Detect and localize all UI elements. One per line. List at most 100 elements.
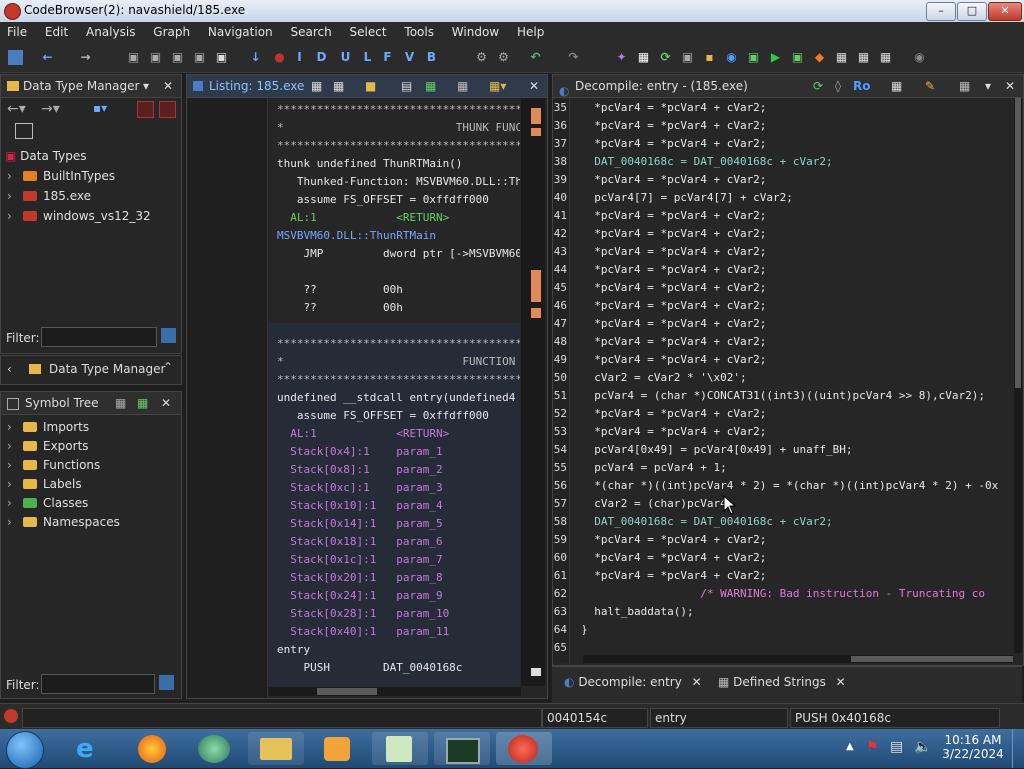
decompile-line[interactable]: *pcVar4 = *pcVar4 + cVar2;	[583, 299, 766, 312]
listing-line[interactable]: * THUNK FUNCTION	[277, 121, 520, 134]
field-layout-icon[interactable]: ▤	[401, 75, 412, 97]
expand-arrow-icon[interactable]: ›	[7, 209, 17, 223]
stop-icon[interactable]: ●	[272, 50, 287, 65]
decompile-line[interactable]: pcVar4 = pcVar4 + 1;	[583, 461, 726, 474]
back-arrow-icon[interactable]: ←	[40, 50, 55, 65]
expand-arrow-icon[interactable]: ›	[7, 477, 17, 491]
window-icon[interactable]: ▣	[680, 50, 695, 65]
decompile-line[interactable]: *pcVar4 = *pcVar4 + cVar2;	[583, 407, 766, 420]
nav-doc-icon-4[interactable]: ▣	[192, 50, 207, 65]
listing-line[interactable]: JMP dword ptr [->MSVBVM60.DLL::ThunRTMai…	[277, 247, 520, 260]
panel-close-icon[interactable]: ✕	[529, 75, 539, 97]
listing-line[interactable]: Stack[0x10]:1 param_4	[277, 499, 442, 512]
refresh-icon[interactable]: ⟳	[658, 50, 673, 65]
taskbar-ie-button[interactable]: e	[62, 732, 118, 765]
next-bookmark-button[interactable]: B	[424, 50, 439, 65]
tool-icon-2[interactable]: ⚙	[496, 50, 511, 65]
wand-icon[interactable]: ✦	[614, 50, 629, 65]
listing-line[interactable]: AL:1 <RETURN>	[277, 211, 449, 224]
listing-line[interactable]: assume FS_OFFSET = 0xffdff000	[277, 409, 489, 422]
panel-close-icon[interactable]: ✕	[161, 392, 171, 414]
taskbar-app-button[interactable]	[186, 732, 242, 765]
listing-line[interactable]: Stack[0xc]:1 param_3	[277, 481, 442, 494]
tool-icon-7[interactable]: ▦	[878, 50, 893, 65]
listing-line[interactable]: AL:1 <RETURN>	[277, 427, 449, 440]
decompile-line[interactable]: cVar2 = cVar2 * '\x02';	[583, 371, 746, 384]
nav-doc-icon-1[interactable]: ▣	[126, 50, 141, 65]
snapshot-icon[interactable]: ▦	[959, 75, 970, 97]
decompile-hscroll[interactable]	[583, 655, 1013, 663]
tool-icon-5[interactable]: ▦	[834, 50, 849, 65]
graph-icon[interactable]: ◊	[835, 75, 841, 97]
copy-icon[interactable]: ▦	[891, 75, 902, 97]
filter-options-icon[interactable]	[161, 328, 176, 343]
folder-icon[interactable]: ▪	[702, 50, 717, 65]
decompile-line[interactable]: *pcVar4 = *pcVar4 + cVar2;	[583, 551, 766, 564]
decompile-vscroll-thumb[interactable]	[1015, 98, 1021, 388]
forward-arrow-icon[interactable]: →	[78, 50, 93, 65]
listing-line[interactable]: ?? 00h	[277, 301, 402, 314]
tab-close-icon[interactable]: ✕	[692, 675, 702, 689]
listing-code-view[interactable]: ****************************************…	[277, 103, 520, 685]
refresh-icon[interactable]: ⟳	[813, 75, 823, 97]
decompile-line[interactable]: *pcVar4 = *pcVar4 + cVar2;	[583, 209, 766, 222]
symbol-tree-filter-input[interactable]	[41, 674, 155, 694]
tool-icon-3[interactable]: ▣	[746, 50, 761, 65]
tree-185-exe[interactable]: › 185.exe	[7, 189, 91, 203]
next-function-button[interactable]: F	[380, 50, 395, 65]
menu-edit[interactable]: Edit	[38, 22, 75, 42]
nav-doc-icon-5[interactable]: ▣	[214, 50, 229, 65]
expand-arrow-icon[interactable]: ›	[7, 439, 17, 453]
taskbar-notepad-button[interactable]	[372, 732, 428, 765]
plugin-icon[interactable]: ◉	[912, 50, 927, 65]
decompile-vscroll[interactable]	[1014, 98, 1022, 653]
listing-hscroll[interactable]	[269, 687, 521, 696]
expand-arrow-icon[interactable]: ›	[7, 496, 17, 510]
menu-select[interactable]: Select	[343, 22, 394, 42]
taskbar-media-button[interactable]	[310, 732, 366, 765]
decompile-line[interactable]: halt_baddata();	[583, 605, 693, 618]
listing-line[interactable]: * FUNCTION	[277, 355, 515, 368]
tree-windows-vs12[interactable]: › windows_vs12_32	[7, 209, 151, 223]
decompile-line[interactable]: *(char *)((int)pcVar4 * 2) = *(char *)((…	[583, 479, 998, 492]
next-value-button[interactable]: V	[402, 50, 417, 65]
symbol-tree-imports[interactable]: › Imports	[7, 420, 89, 434]
snapshot-icon[interactable]: ▦	[457, 75, 468, 97]
dtm-filter-input[interactable]	[41, 327, 157, 347]
tray-network-icon[interactable]: ▤	[890, 739, 903, 755]
panel-menu-icon[interactable]: ▾	[143, 75, 149, 97]
dtm-archive-icon[interactable]: ▪▾	[93, 101, 107, 115]
listing-line[interactable]: Stack[0x14]:1 param_5	[277, 517, 442, 530]
listing-line[interactable]: thunk undefined ThunRTMain()	[277, 157, 462, 170]
decompile-code-view[interactable]: *pcVar4 = *pcVar4 + cVar2; *pcVar4 = *pc…	[583, 101, 1013, 653]
tray-flag-icon[interactable]: ⚑	[866, 739, 879, 755]
diamond-icon[interactable]: ◆	[812, 50, 827, 65]
dtm-filter-icon-2[interactable]	[159, 101, 176, 118]
decompile-line[interactable]: *pcVar4 = *pcVar4 + cVar2;	[583, 281, 766, 294]
decompile-line[interactable]: /* WARNING: Bad instruction - Truncating…	[583, 587, 985, 600]
taskbar-taskmgr-button[interactable]	[434, 732, 490, 765]
show-hidden-icons-icon[interactable]: ▲	[846, 741, 854, 752]
symbol-tree-namespaces[interactable]: › Namespaces	[7, 515, 120, 529]
decompile-line[interactable]: *pcVar4 = *pcVar4 + cVar2;	[583, 317, 766, 330]
decompile-line[interactable]: pcVar4 = (char *)CONCAT31((int3)((uint)p…	[583, 389, 985, 402]
nav-doc-icon-3[interactable]: ▣	[170, 50, 185, 65]
expand-arrow-icon[interactable]: ›	[7, 515, 17, 529]
listing-line[interactable]: ****************************************…	[277, 373, 520, 386]
decompile-line[interactable]: pcVar4[0x49] = pcVar4[0x49] + unaff_BH;	[583, 443, 852, 456]
decompile-hscroll-thumb[interactable]	[851, 656, 1013, 662]
tab-close-icon[interactable]: ✕	[836, 675, 846, 689]
dtm-forward-icon[interactable]: →▾	[41, 101, 60, 117]
expand-arrow-icon[interactable]: ›	[7, 458, 17, 472]
listing-line[interactable]: Stack[0x8]:1 param_2	[277, 463, 442, 476]
tree-data-types-root[interactable]: ▣ Data Types	[5, 149, 86, 163]
menu-help[interactable]: Help	[510, 22, 551, 42]
decompile-line[interactable]: *pcVar4 = *pcVar4 + cVar2;	[583, 227, 766, 240]
decompile-line[interactable]: *pcVar4 = *pcVar4 + cVar2;	[583, 425, 766, 438]
save-icon[interactable]	[8, 50, 23, 65]
expand-up-icon[interactable]: ⌃	[163, 360, 173, 374]
listing-line[interactable]: undefined __stdcall entry(undefined4 par…	[277, 391, 520, 404]
decompile-line[interactable]: *pcVar4 = *pcVar4 + cVar2;	[583, 569, 766, 582]
diff-icon[interactable]: ▦	[425, 75, 436, 97]
decompile-line[interactable]: DAT_0040168c = DAT_0040168c + cVar2;	[583, 515, 832, 528]
